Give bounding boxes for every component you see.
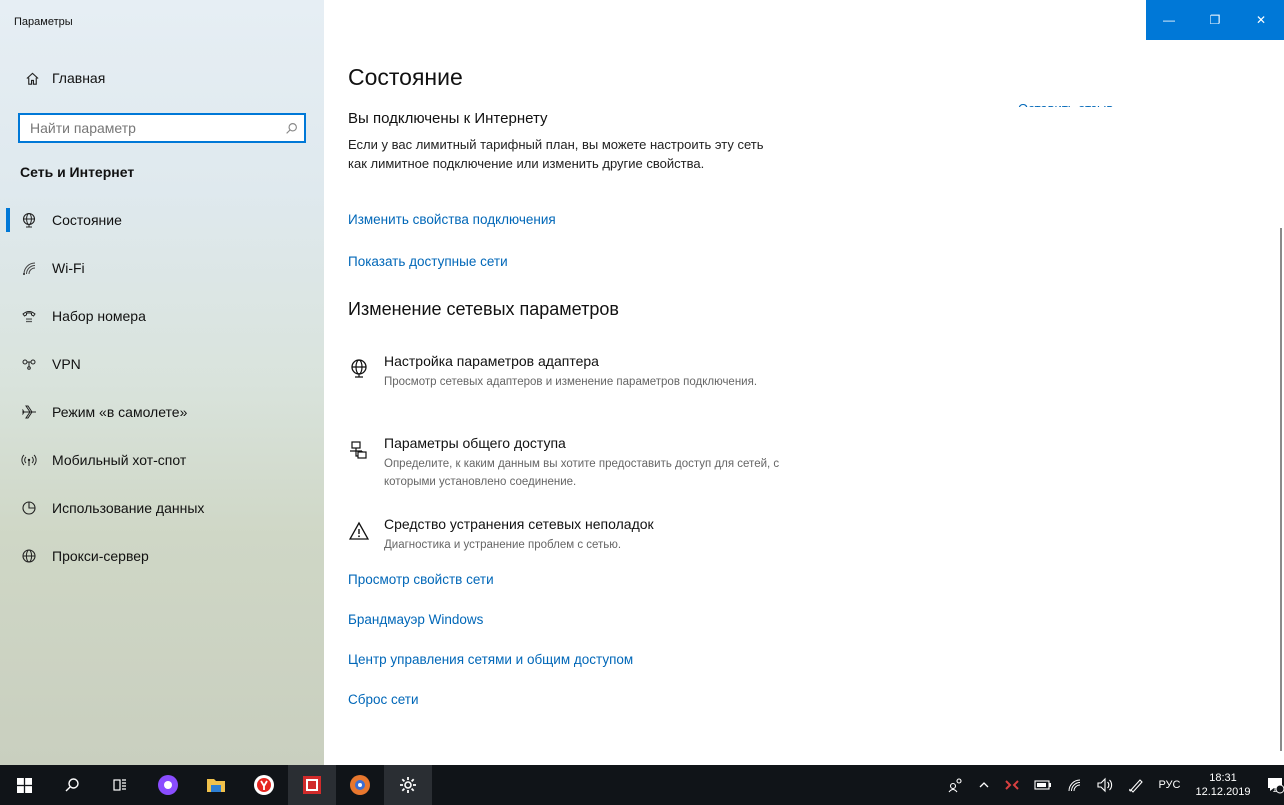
hotspot-icon [20, 451, 38, 469]
search-input[interactable] [20, 120, 278, 136]
sidebar-item-label: Мобильный хот-спот [52, 452, 187, 468]
sidebar-item-label: Набор номера [52, 308, 146, 324]
option-title: Параметры общего доступа [384, 435, 566, 451]
sidebar-item-label: Состояние [52, 212, 122, 228]
close-button[interactable]: ✕ [1238, 0, 1284, 40]
language-indicator[interactable]: РУС [1151, 765, 1187, 805]
pen-icon[interactable] [1121, 765, 1151, 805]
clock[interactable]: 18:31 12.12.2019 [1187, 771, 1258, 799]
sidebar-item-label: Использование данных [52, 500, 205, 516]
window-controls: — ❐ ✕ [1146, 0, 1284, 40]
globe-network-icon [20, 211, 38, 229]
sidebar-home[interactable]: Главная [20, 70, 105, 86]
app-title: Параметры [14, 16, 73, 28]
option-description: Диагностика и устранение проблем с сетью… [384, 539, 622, 551]
alice-icon[interactable] [144, 765, 192, 805]
scrollbar[interactable] [1280, 228, 1282, 751]
option-title: Средство устранения сетевых неполадок [384, 516, 654, 532]
feedback-link[interactable]: Оставить отзыв [1018, 95, 1113, 107]
notification-count: 1 [1272, 784, 1277, 794]
search-icon[interactable] [48, 765, 96, 805]
search-icon[interactable] [278, 122, 304, 135]
proxy-globe-icon [20, 547, 38, 565]
clock-time: 18:31 [1209, 772, 1237, 784]
sidebar-item-label: VPN [52, 356, 81, 372]
network-reset-link[interactable]: Сброс сети [348, 692, 419, 707]
maximize-button[interactable]: ❐ [1192, 0, 1238, 40]
people-icon[interactable] [941, 765, 971, 805]
vpn-icon [20, 355, 38, 373]
start-icon[interactable] [0, 765, 48, 805]
dial-up-icon [20, 307, 38, 325]
data-usage-icon [20, 499, 38, 517]
sidebar: Параметры Главная Сеть и Интернет Состоя… [0, 0, 324, 765]
page-title: Состояние [348, 64, 463, 90]
windows-firewall-link[interactable]: Брандмауэр Windows [348, 612, 483, 627]
adapter-settings-option[interactable]: Настройка параметров адаптера Просмотр с… [348, 353, 784, 391]
tray-app-icon[interactable] [997, 765, 1027, 805]
connection-status-heading: Вы подключены к Интернету [348, 110, 548, 127]
sidebar-item-label: Прокси-сервер [52, 548, 149, 564]
sharing-icon [348, 439, 370, 461]
clock-date: 12.12.2019 [1195, 786, 1251, 798]
warning-triangle-icon [348, 520, 370, 542]
sidebar-item-label: Режим «в самолете» [52, 404, 188, 420]
home-icon [20, 71, 44, 86]
chevron-up-icon[interactable] [971, 765, 997, 805]
sidebar-item-hotspot[interactable]: Мобильный хот-спот [0, 436, 324, 484]
adapter-globe-icon [348, 357, 370, 379]
battery-icon[interactable] [1027, 765, 1059, 805]
sidebar-item-proxy[interactable]: Прокси-сервер [0, 532, 324, 580]
sidebar-item-airplane[interactable]: Режим «в самолете» [0, 388, 324, 436]
yandex-browser-icon[interactable] [240, 765, 288, 805]
wifi-tray-icon[interactable] [1059, 765, 1089, 805]
sidebar-item-wifi[interactable]: Wi-Fi [0, 244, 324, 292]
settings-gear-icon[interactable] [384, 765, 432, 805]
section-title: Изменение сетевых параметров [348, 299, 619, 319]
network-sharing-center-link[interactable]: Центр управления сетями и общим доступом [348, 652, 633, 667]
sharing-options[interactable]: Параметры общего доступа Определите, к к… [348, 435, 784, 491]
app-red-icon[interactable] [288, 765, 336, 805]
search-box[interactable] [18, 113, 306, 143]
connection-status-description: Если у вас лимитный тарифный план, вы мо… [348, 137, 764, 171]
sidebar-item-vpn[interactable]: VPN [0, 340, 324, 388]
home-label: Главная [52, 70, 106, 86]
sidebar-nav: Состояние Wi-Fi Набор номера VPN Режим «… [0, 196, 324, 580]
file-explorer-icon[interactable] [192, 765, 240, 805]
task-view-icon[interactable] [96, 765, 144, 805]
sidebar-group-title: Сеть и Интернет [20, 164, 135, 180]
minimize-button[interactable]: — [1146, 0, 1192, 40]
app-eye-icon[interactable] [336, 765, 384, 805]
change-connection-properties-link[interactable]: Изменить свойства подключения [348, 212, 556, 227]
system-tray: РУС 18:31 12.12.2019 1 [941, 765, 1284, 805]
sidebar-item-dialup[interactable]: Набор номера [0, 292, 324, 340]
sidebar-item-data-usage[interactable]: Использование данных [0, 484, 324, 532]
wifi-icon [20, 259, 38, 277]
sidebar-item-label: Wi-Fi [52, 260, 85, 276]
show-available-networks-link[interactable]: Показать доступные сети [348, 254, 508, 269]
airplane-icon [20, 403, 38, 421]
taskbar: РУС 18:31 12.12.2019 1 [0, 765, 1284, 805]
option-description: Определите, к каким данным вы хотите пре… [384, 458, 780, 488]
option-title: Настройка параметров адаптера [384, 353, 599, 369]
network-properties-link[interactable]: Просмотр свойств сети [348, 572, 494, 587]
network-troubleshooter-option[interactable]: Средство устранения сетевых неполадок Ди… [348, 516, 784, 554]
option-description: Просмотр сетевых адаптеров и изменение п… [384, 376, 758, 388]
sidebar-item-status[interactable]: Состояние [0, 196, 324, 244]
notification-center-icon[interactable]: 1 [1259, 765, 1284, 805]
volume-icon[interactable] [1089, 765, 1121, 805]
